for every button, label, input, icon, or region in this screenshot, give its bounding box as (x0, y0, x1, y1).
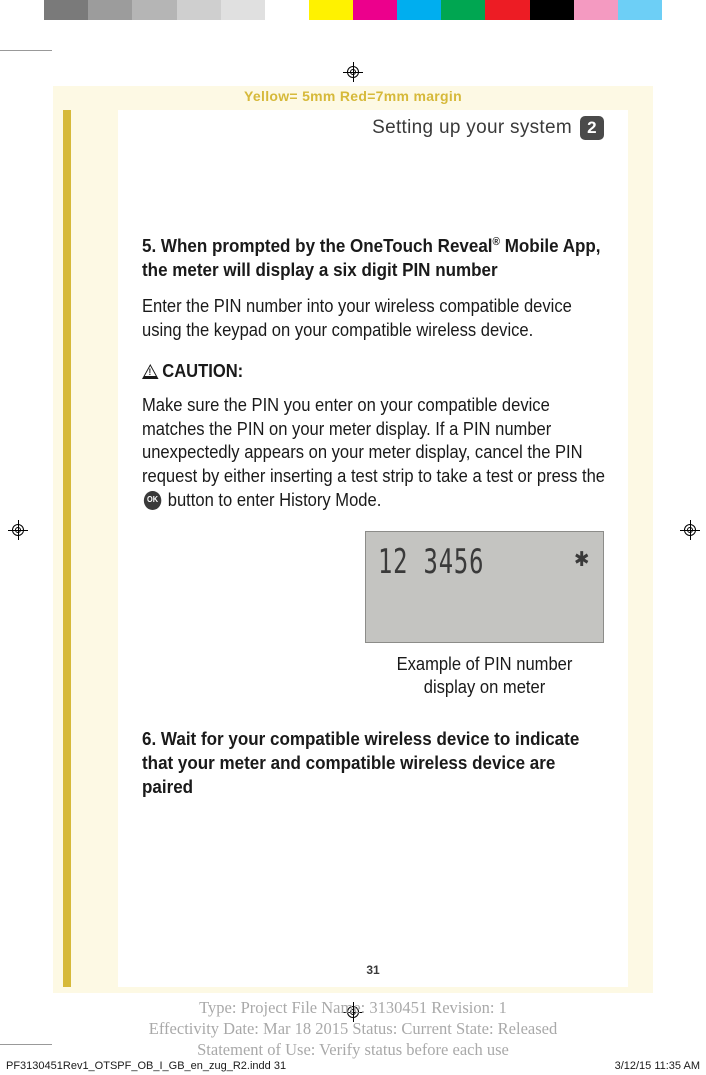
step-5-heading: 5. When prompted by the OneTouch Reveal®… (142, 234, 605, 281)
color-calibration-bar (0, 0, 706, 20)
document-metadata: Type: Project File Name: 3130451 Revisio… (53, 997, 653, 1060)
page-frame: Yellow= 5mm Red=7mm margin Setting up yo… (53, 86, 653, 993)
meter-display-figure: 12 3456 ✱ (365, 531, 604, 643)
meta-line-2: Effectivity Date: Mar 18 2015 Status: Cu… (53, 1018, 653, 1039)
meta-line-3: Statement of Use: Verify status before e… (53, 1039, 653, 1060)
accent-bar (63, 110, 71, 987)
bluetooth-icon: ✱ (575, 542, 591, 575)
page-title: Setting up your system (372, 117, 572, 139)
crop-mark (0, 1044, 52, 1045)
print-slug: PF3130451Rev1_OTSPF_OB_I_GB_en_zug_R2.in… (6, 1060, 700, 1072)
crop-mark (0, 50, 52, 51)
page-number: 31 (118, 963, 628, 977)
pin-number-display: 12 3456 (378, 542, 484, 582)
section-number-badge: 2 (580, 116, 604, 140)
figure-caption: Example of PIN number display on meter (375, 653, 595, 700)
warning-triangle-icon: ! (142, 364, 159, 379)
page-header: Setting up your system 2 (142, 116, 604, 140)
page-content: Setting up your system 2 5. When prompte… (118, 110, 628, 987)
step-5-paragraph: Enter the PIN number into your wireless … (142, 295, 605, 343)
registration-mark-icon (680, 520, 700, 540)
registration-mark-icon (8, 520, 28, 540)
caution-paragraph: Make sure the PIN you enter on your comp… (142, 394, 605, 513)
caution-heading: ! CAUTION: (142, 361, 567, 382)
ok-button-icon: OK (144, 491, 161, 510)
margin-spec-label: Yellow= 5mm Red=7mm margin (53, 86, 653, 108)
meter-lcd-screen: 12 3456 ✱ (365, 531, 604, 643)
registration-mark-icon (343, 62, 363, 82)
slug-datetime: 3/12/15 11:35 AM (615, 1060, 700, 1072)
step-6-heading: 6. Wait for your compatible wireless dev… (142, 727, 605, 798)
slug-filename: PF3130451Rev1_OTSPF_OB_I_GB_en_zug_R2.in… (6, 1060, 286, 1072)
meta-line-1: Type: Project File Name: 3130451 Revisio… (53, 997, 653, 1018)
